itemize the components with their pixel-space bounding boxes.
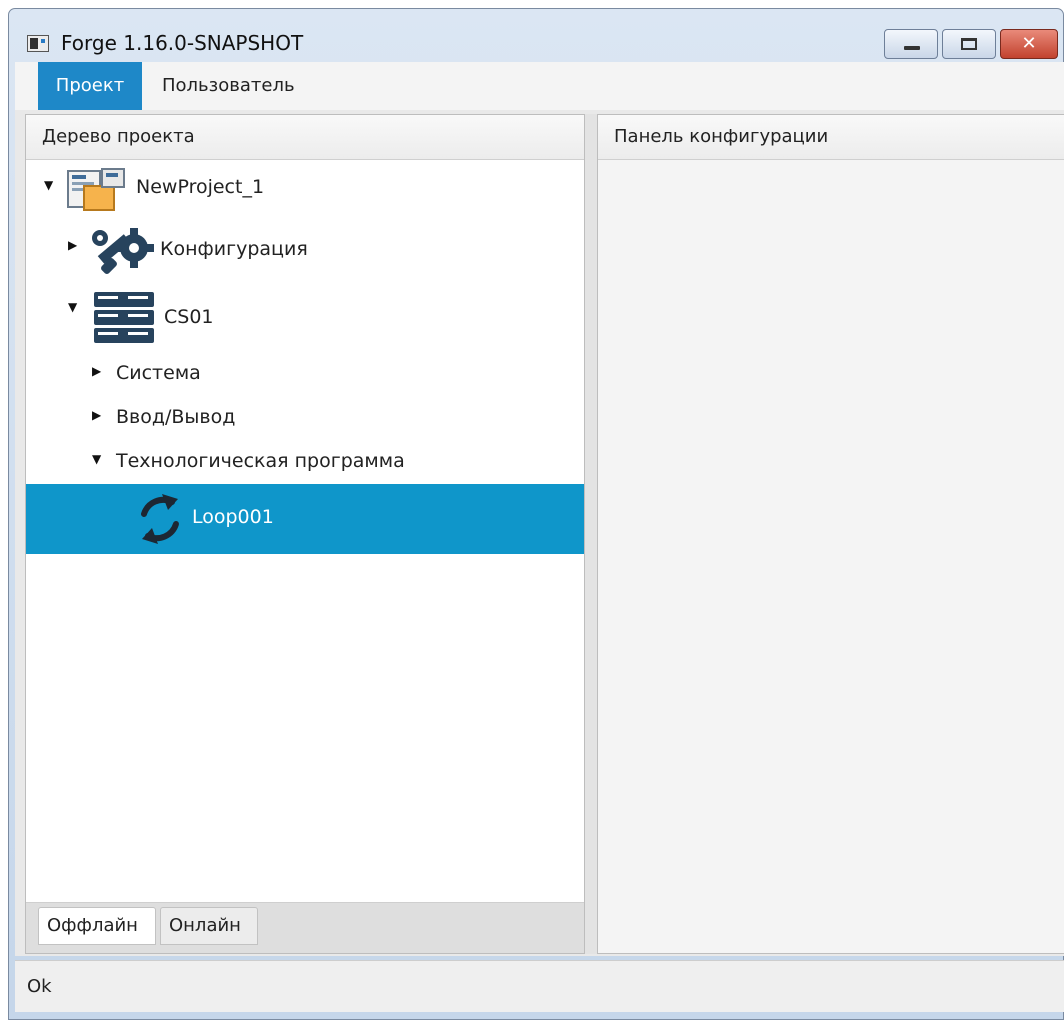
tree-node-system[interactable]: ▶ Система (26, 356, 584, 392)
minimize-icon (904, 46, 920, 50)
tree-label-project: NewProject_1 (136, 176, 265, 198)
tab-online[interactable]: Онлайн (160, 907, 258, 945)
tree-label-loop001: Loop001 (192, 506, 274, 528)
project-icon (67, 168, 125, 211)
tree-label-system: Система (116, 362, 201, 384)
collapsed-arrow-icon[interactable]: ▶ (92, 364, 101, 378)
config-panel-header: Панель конфигурации (598, 115, 1064, 160)
close-icon: ✕ (1021, 33, 1037, 54)
expanded-arrow-icon[interactable]: ▼ (92, 452, 101, 466)
config-tools-icon (92, 228, 154, 274)
config-panel: Панель конфигурации (597, 114, 1064, 954)
main-content: Дерево проекта ▼ NewProject_1 ▶ Конфигур… (15, 110, 1064, 956)
expanded-arrow-icon[interactable]: ▼ (68, 300, 77, 314)
expanded-arrow-icon[interactable]: ▼ (44, 178, 53, 192)
project-tree-header: Дерево проекта (26, 115, 584, 160)
tree-label-program: Технологическая программа (116, 450, 405, 472)
close-button[interactable]: ✕ (1000, 29, 1058, 59)
menu-user[interactable]: Пользователь (148, 62, 309, 110)
tree-node-cs01[interactable]: ▼ CS01 (26, 286, 584, 350)
tree-node-config[interactable]: ▶ Конфигурация (26, 222, 584, 282)
tree-label-config: Конфигурация (160, 238, 308, 260)
split-divider[interactable] (585, 114, 597, 954)
server-rack-icon (94, 292, 154, 343)
collapsed-arrow-icon[interactable]: ▶ (92, 408, 101, 422)
app-icon (27, 35, 49, 52)
tree-node-io[interactable]: ▶ Ввод/Вывод (26, 400, 584, 436)
tree-label-cs01: CS01 (164, 306, 214, 328)
loop-refresh-icon (141, 494, 179, 544)
maximize-icon (961, 38, 977, 50)
status-text: Ok (27, 976, 52, 997)
tree-tab-strip: Оффлайн Онлайн (26, 902, 584, 953)
tree-node-project[interactable]: ▼ NewProject_1 (26, 164, 584, 216)
menu-project[interactable]: Проект (38, 62, 142, 110)
menu-bar: Проект Пользователь (15, 62, 1064, 111)
window-controls: ✕ (880, 29, 1058, 63)
tree-node-program[interactable]: ▼ Технологическая программа (26, 444, 584, 480)
project-tree[interactable]: ▼ NewProject_1 ▶ Конфигурация ▼ CS01 ▶ С… (26, 160, 584, 902)
tree-node-loop001[interactable]: Loop001 (26, 484, 584, 554)
tab-offline[interactable]: Оффлайн (38, 907, 156, 945)
minimize-button[interactable] (884, 29, 938, 59)
status-bar: Ok (15, 960, 1064, 1012)
maximize-button[interactable] (942, 29, 996, 59)
tree-label-io: Ввод/Вывод (116, 406, 236, 428)
collapsed-arrow-icon[interactable]: ▶ (68, 238, 77, 252)
project-tree-panel: Дерево проекта ▼ NewProject_1 ▶ Конфигур… (25, 114, 585, 954)
window-title: Forge 1.16.0-SNAPSHOT (61, 31, 304, 55)
